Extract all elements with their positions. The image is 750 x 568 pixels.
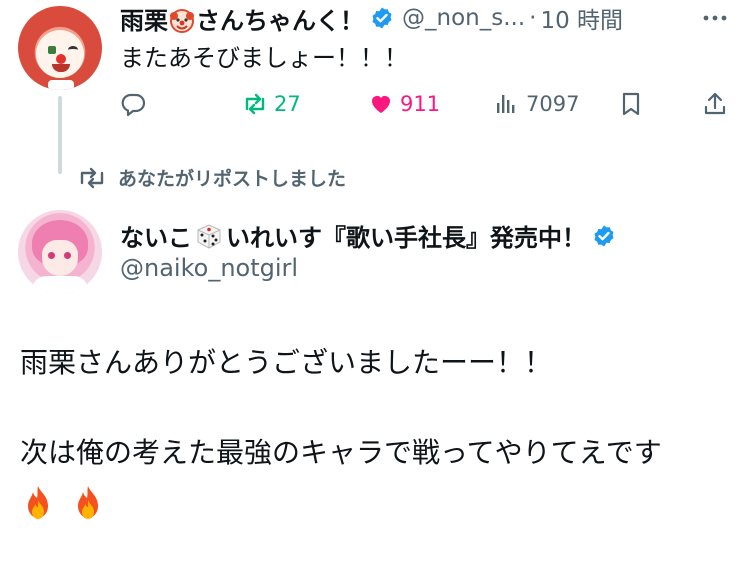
avatar[interactable] bbox=[18, 210, 102, 294]
repost-icon bbox=[245, 93, 265, 115]
share-button[interactable] bbox=[702, 86, 734, 122]
author-name[interactable]: 雨栗 さんちゃんく！ bbox=[120, 1, 364, 36]
repost-banner-text: あなたがリポストしました bbox=[118, 168, 347, 190]
reply-button[interactable] bbox=[120, 86, 152, 122]
separator-dot: · bbox=[529, 5, 537, 31]
reposted-author-name[interactable]: ないこ いれいす『歌い手社長』発売中！ bbox=[120, 218, 616, 253]
fire-icon bbox=[78, 486, 98, 519]
repost-button[interactable]: 27 bbox=[242, 86, 301, 122]
verified-badge-icon bbox=[372, 7, 392, 29]
bookmark-button[interactable] bbox=[618, 86, 650, 122]
repost-banner: あなたがリポストしました bbox=[78, 164, 346, 191]
more-options-icon[interactable] bbox=[700, 8, 730, 28]
reposted-author-handle[interactable]: @naiko_notgirl bbox=[120, 254, 298, 282]
game-die-icon bbox=[197, 223, 221, 249]
reposted-tweet-text: 雨栗さんありがとうございましたーー！！ 次は俺の考えた最強のキャラで戦ってやりて… bbox=[20, 340, 740, 476]
share-icon bbox=[704, 92, 726, 115]
repost-icon bbox=[80, 167, 104, 188]
views-count: 7097 bbox=[526, 92, 580, 116]
heart-icon bbox=[372, 96, 390, 113]
avatar[interactable] bbox=[18, 6, 102, 90]
like-button[interactable]: 911 bbox=[368, 86, 440, 122]
author-handle[interactable]: @_non_s... bbox=[402, 5, 525, 31]
tweet-actions: 27 911 7097 bbox=[118, 86, 738, 122]
verified-badge-icon bbox=[594, 225, 614, 246]
timestamp[interactable]: 10 時間 bbox=[540, 1, 623, 35]
fire-icon bbox=[28, 486, 48, 519]
tweet[interactable]: 雨栗 さんちゃんく！ @_non_s... · 10 時間 またあそびましょー！… bbox=[0, 0, 750, 150]
like-count: 911 bbox=[400, 92, 441, 116]
tweet-text-line: 次は俺の考えた最強のキャラで戦ってやりてえです bbox=[20, 436, 662, 469]
reply-icon bbox=[121, 93, 146, 117]
views-icon bbox=[497, 95, 515, 113]
views-button[interactable]: 7097 bbox=[494, 86, 579, 122]
tweet-text: またあそびましょー！！！ bbox=[120, 44, 408, 72]
thread-connector-line bbox=[58, 96, 62, 174]
repost-count: 27 bbox=[274, 92, 301, 116]
tweet-text-line: 雨栗さんありがとうございましたーー！！ bbox=[20, 346, 553, 379]
clown-face-icon bbox=[170, 8, 194, 33]
bookmark-icon bbox=[622, 92, 640, 116]
tweet-header: 雨栗 さんちゃんく！ @_non_s... · 10 時間 bbox=[120, 1, 623, 36]
emoji-row bbox=[20, 484, 106, 522]
